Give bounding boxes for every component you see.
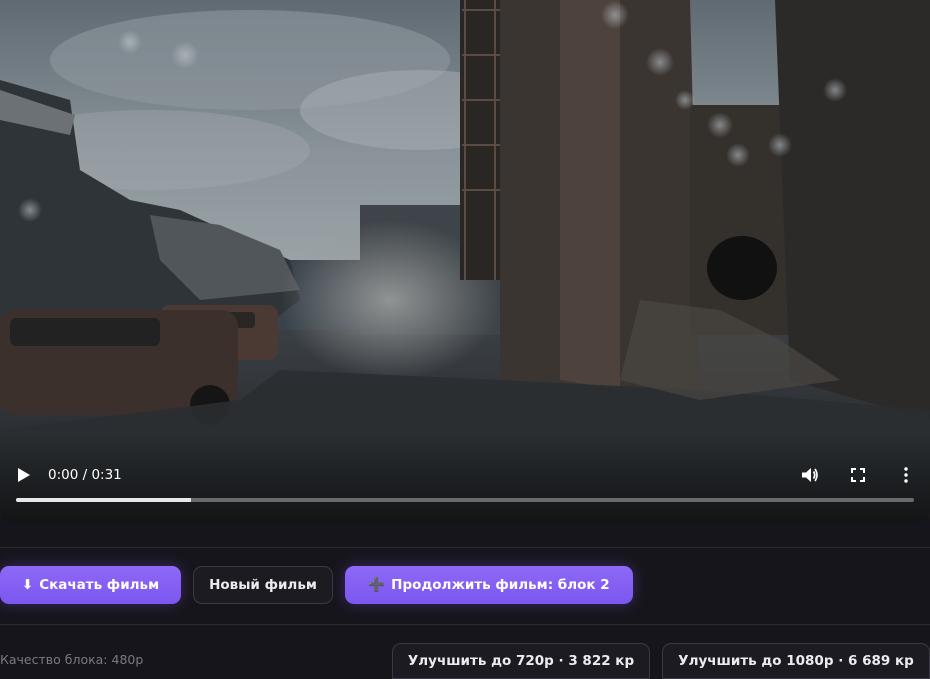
continue-film-button[interactable]: ➕ Продолжить фильм: блок 2 (345, 566, 633, 604)
plus-icon: ➕ (368, 577, 386, 593)
play-icon (18, 468, 30, 482)
new-film-label: Новый фильм (209, 577, 317, 593)
download-film-button[interactable]: ⬇ Скачать фильм (0, 566, 181, 604)
play-button[interactable] (10, 462, 38, 488)
divider (0, 547, 930, 548)
upgrade-1080p-label: Улучшить до 1080p · 6 689 кр (678, 653, 914, 669)
page: 0:00 / 0:31 ⬇ Скачать фильм Новый фильм … (0, 0, 930, 679)
time-display: 0:00 / 0:31 (48, 467, 122, 483)
continue-film-label: Продолжить фильм: блок 2 (391, 577, 610, 593)
fullscreen-button[interactable] (844, 462, 872, 488)
controls-overlay (0, 433, 930, 523)
new-film-button[interactable]: Новый фильм (193, 566, 333, 604)
video-progress-fill (16, 498, 192, 502)
volume-icon (802, 468, 818, 482)
video-progress-bar[interactable] (16, 498, 914, 502)
upgrade-720p-label: Улучшить до 720p · 3 822 кр (407, 653, 635, 669)
block-quality-label: Качество блока: 480p (0, 652, 144, 667)
download-film-label: Скачать фильм (39, 577, 160, 593)
upgrade-1080p-button[interactable]: Улучшить до 1080p · 6 689 кр (662, 643, 930, 679)
more-vertical-icon (904, 467, 908, 483)
download-icon: ⬇ (21, 577, 34, 593)
more-options-button[interactable] (892, 462, 920, 488)
upgrade-720p-button[interactable]: Улучшить до 720p · 3 822 кр (392, 643, 650, 679)
divider (0, 624, 930, 625)
video-player[interactable]: 0:00 / 0:31 (0, 0, 930, 523)
fullscreen-icon (851, 468, 865, 482)
volume-button[interactable] (796, 462, 824, 488)
